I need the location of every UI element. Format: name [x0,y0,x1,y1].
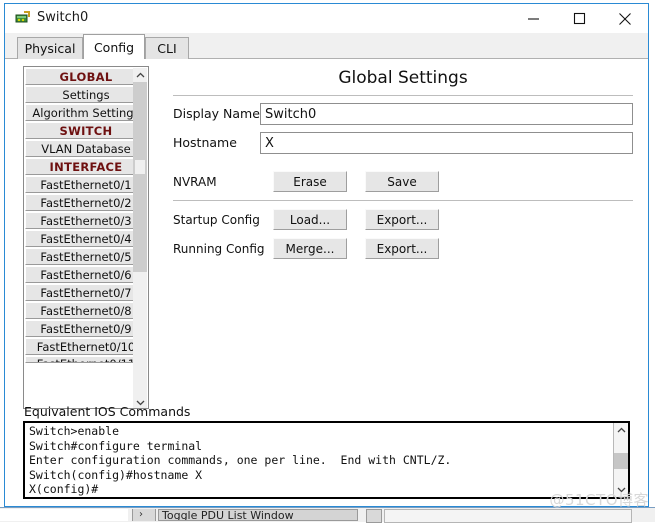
sidebar-item-vlan-database[interactable]: VLAN Database [25,140,147,157]
nvram-erase-button[interactable]: Erase [273,171,347,192]
tab-strip: Physical Config CLI [5,33,648,59]
underlying-toggle-pdu-button[interactable]: Toggle PDU List Window [158,509,358,521]
sidebar-item-fastethernet0-2[interactable]: FastEthernet0/2 [25,194,147,211]
running-config-merge-button[interactable]: Merge... [273,238,347,259]
window-title: Switch0 [37,10,89,25]
switch-device-icon [14,10,31,26]
chevron-up-icon[interactable] [133,68,147,82]
sidebar-item-algorithm-settings[interactable]: Algorithm Settings [25,104,147,121]
sidebar-item-settings[interactable]: Settings [25,86,147,103]
title-divider [173,95,633,96]
sidebar-item-fastethernet0-8[interactable]: FastEthernet0/8 [25,302,147,319]
display-name-row: Display Name [173,103,633,125]
ios-commands-text: Switch>enable Switch#configure terminal … [29,424,452,497]
nvram-divider [173,200,633,201]
sidebar-item-fastethernet0-10[interactable]: FastEthernet0/10 [25,338,147,355]
sidebar-item-fastethernet0-4[interactable]: FastEthernet0/4 [25,230,147,247]
global-settings-panel: Global Settings Display Name Hostname NV… [165,59,641,459]
running-config-export-button[interactable]: Export... [365,238,439,259]
minimize-button[interactable] [510,4,556,33]
hostname-label: Hostname [173,135,237,150]
maximize-button[interactable] [556,4,602,33]
underlying-app-left-blank [0,509,128,521]
startup-config-row: Startup Config Load... Export... [173,209,633,230]
sidebar-scrollbar-marker [135,160,145,174]
nvram-row: NVRAM Erase Save [173,171,633,192]
tab-cli[interactable]: CLI [145,37,189,59]
sidebar-item-fastethernet0-5[interactable]: FastEthernet0/5 [25,248,147,265]
nvram-label: NVRAM [173,175,217,189]
hostname-row: Hostname [173,132,633,154]
device-config-window: Switch0 Physical Config CLI GLOBAL Setti… [4,3,649,507]
window-controls [510,4,648,33]
sidebar-item-fastethernet0-7[interactable]: FastEthernet0/7 [25,284,147,301]
tab-config[interactable]: Config [83,34,145,59]
ios-console-scrollbar[interactable] [613,423,628,497]
chevron-right-icon: › [139,509,143,520]
sidebar-item-fastethernet0-3[interactable]: FastEthernet0/3 [25,212,147,229]
ios-commands-label: Equivalent IOS Commands [24,404,191,419]
running-config-label: Running Config [173,242,265,256]
watermark: @51CTO博客 [549,491,649,509]
startup-config-label: Startup Config [173,213,260,227]
nvram-save-button[interactable]: Save [365,171,439,192]
close-button[interactable] [602,4,648,33]
display-name-label: Display Name [173,106,260,121]
hostname-input[interactable] [260,132,633,154]
title-bar: Switch0 [5,4,648,33]
page-title: Global Settings [338,68,468,88]
display-name-input[interactable] [260,103,633,125]
underlying-toolbar-cell-a[interactable] [132,509,156,521]
sidebar-item-interface: INTERFACE [25,158,147,175]
chevron-up-icon[interactable] [614,423,628,438]
config-content: GLOBAL Settings Algorithm Settings SWITC… [5,59,648,506]
sidebar-scrollbar-thumb[interactable] [133,82,147,272]
startup-config-export-button[interactable]: Export... [365,209,439,230]
sidebar-item-fastethernet0-6[interactable]: FastEthernet0/6 [25,266,147,283]
sidebar-item-fastethernet0-11[interactable]: FastEthernet0/11 [25,356,147,363]
config-category-list[interactable]: GLOBAL Settings Algorithm Settings SWITC… [23,66,149,409]
sidebar-item-global: GLOBAL [25,68,147,85]
sidebar-item-switch: SWITCH [25,122,147,139]
ios-console-scrollbar-thumb[interactable] [614,453,628,469]
running-config-row: Running Config Merge... Export... [173,238,633,259]
tab-physical[interactable]: Physical [17,37,83,59]
ios-commands-console[interactable]: Switch>enable Switch#configure terminal … [23,421,630,499]
sidebar-scrollbar[interactable] [133,68,147,408]
startup-config-load-button[interactable]: Load... [273,209,347,230]
sidebar-item-fastethernet0-1[interactable]: FastEthernet0/1 [25,176,147,193]
sidebar-item-fastethernet0-9[interactable]: FastEthernet0/9 [25,320,147,337]
